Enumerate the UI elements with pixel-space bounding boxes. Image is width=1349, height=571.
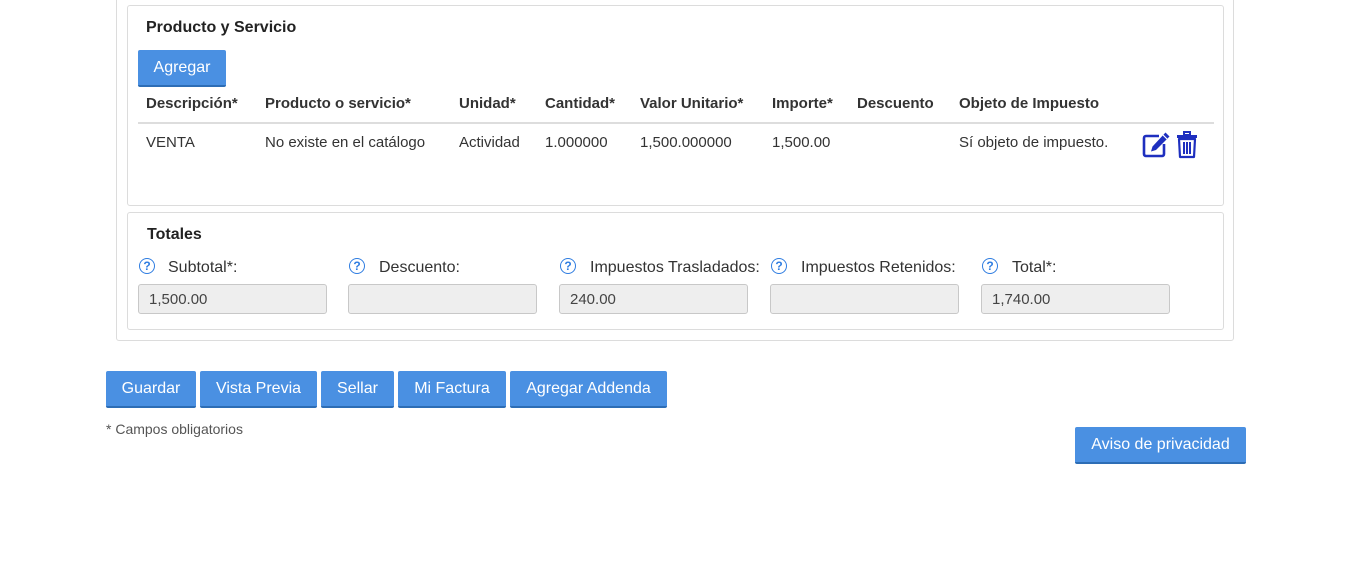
cell-cantidad: 1.000000	[545, 134, 608, 151]
impuestos-trasladados-field[interactable]	[559, 284, 748, 314]
agregar-addenda-button[interactable]: Agregar Addenda	[510, 371, 667, 408]
edit-icon[interactable]	[1141, 131, 1171, 159]
question-circle-icon[interactable]: ?	[560, 258, 576, 274]
column-header-producto: Producto o servicio*	[265, 95, 411, 112]
privacy-notice-button[interactable]: Aviso de privacidad	[1075, 427, 1246, 464]
subtotal-label: Subtotal*:	[168, 259, 238, 276]
total-label: Total*:	[1012, 259, 1057, 276]
cell-descripcion: VENTA	[146, 134, 195, 151]
column-header-importe: Importe*	[772, 95, 833, 112]
cell-importe: 1,500.00	[772, 134, 831, 151]
cell-valor-unitario: 1,500.000000	[640, 134, 732, 151]
impuestos-retenidos-label: Impuestos Retenidos:	[801, 259, 956, 276]
trash-icon[interactable]	[1176, 131, 1198, 159]
column-header-objeto-impuesto: Objeto de Impuesto	[959, 95, 1100, 112]
question-circle-icon[interactable]: ?	[349, 258, 365, 274]
column-header-descuento: Descuento	[857, 95, 934, 112]
column-header-unidad: Unidad*	[459, 95, 516, 112]
question-circle-icon[interactable]: ?	[139, 258, 155, 274]
subtotal-field[interactable]	[138, 284, 327, 314]
impuestos-trasladados-label: Impuestos Trasladados:	[590, 259, 760, 276]
add-product-button[interactable]: Agregar	[138, 50, 226, 87]
vista-previa-button[interactable]: Vista Previa	[200, 371, 317, 408]
required-fields-note: * Campos obligatorios	[106, 421, 243, 437]
mi-factura-button[interactable]: Mi Factura	[398, 371, 506, 408]
column-header-cantidad: Cantidad*	[545, 95, 616, 112]
question-circle-icon[interactable]: ?	[771, 258, 787, 274]
descuento-field[interactable]	[348, 284, 537, 314]
cell-objeto-impuesto: Sí objeto de impuesto.	[959, 134, 1109, 151]
table-header-divider	[138, 122, 1214, 124]
guardar-button[interactable]: Guardar	[106, 371, 196, 408]
column-header-valor-unitario: Valor Unitario*	[640, 95, 744, 112]
total-field[interactable]	[981, 284, 1170, 314]
sellar-button[interactable]: Sellar	[321, 371, 394, 408]
question-circle-icon[interactable]: ?	[982, 258, 998, 274]
cell-producto: No existe en el catálogo	[265, 134, 426, 151]
column-header-descripcion: Descripción*	[146, 95, 238, 112]
products-section-title: Producto y Servicio	[146, 19, 297, 36]
cell-unidad: Actividad	[459, 134, 520, 151]
descuento-label: Descuento:	[379, 259, 460, 276]
impuestos-retenidos-field[interactable]	[770, 284, 959, 314]
totals-section-title: Totales	[147, 226, 202, 243]
